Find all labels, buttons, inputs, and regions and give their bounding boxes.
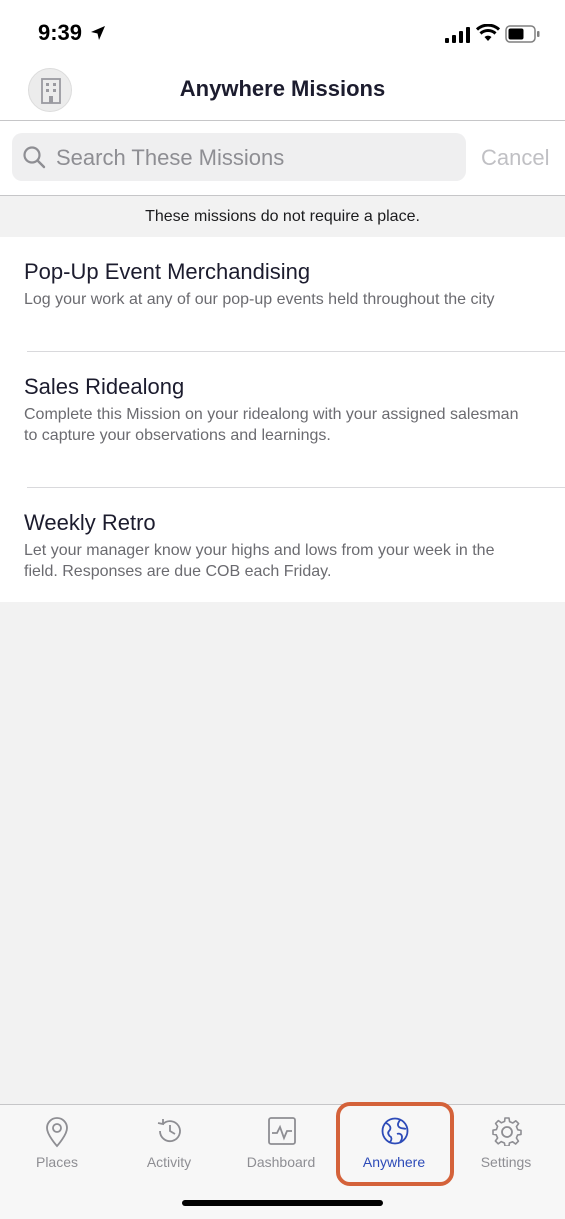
tab-label: Places [35,1154,79,1170]
location-arrow-icon [91,26,105,40]
search-field[interactable] [12,133,466,183]
tab-label: Dashboard [246,1154,316,1170]
tab-label: Activity [146,1154,192,1170]
cancel-button[interactable]: Cancel [481,145,549,171]
cellular-signal-icon [445,27,470,43]
wifi-icon [476,24,500,41]
home-indicator [182,1200,383,1206]
mission-item[interactable]: Pop-Up Event Merchandising Log your work… [0,237,565,352]
mission-title: Pop-Up Event Merchandising [24,259,311,284]
mission-description: Let your manager know your highs and low… [24,542,495,580]
mission-list: Pop-Up Event Merchandising Log your work… [0,237,565,603]
search-bar: Cancel [0,121,565,196]
notice-banner: These missions do not require a place. [0,196,565,237]
map-pin-icon [46,1117,68,1148]
page-title: Anywhere Missions [179,76,386,101]
tab-label: Settings [480,1154,532,1170]
battery-icon [505,25,540,43]
tab-activity[interactable]: Activity [113,1105,225,1195]
mission-description: Complete this Mission on your ridealong … [24,406,519,444]
mission-title: Weekly Retro [24,510,156,535]
tab-settings[interactable]: Settings [450,1105,562,1195]
gear-icon [492,1117,522,1146]
status-bar: 9:39 [0,0,565,62]
status-time: 9:39 [38,20,83,45]
search-icon [23,146,46,169]
tab-places[interactable]: Places [1,1105,113,1195]
nav-bar: Anywhere Missions [0,62,565,121]
history-icon [157,1119,181,1143]
mission-title: Sales Ridealong [24,374,185,399]
dashboard-icon [268,1117,296,1145]
empty-area [0,602,565,1104]
search-input[interactable] [54,133,458,183]
mission-item[interactable]: Sales Ridealong Complete this Mission on… [0,352,565,488]
mission-item[interactable]: Weekly Retro Let your manager know your … [0,488,565,603]
tab-highlight-outline [336,1102,454,1186]
mission-description: Log your work at any of our pop-up event… [24,291,495,308]
tab-dashboard[interactable]: Dashboard [225,1105,337,1195]
